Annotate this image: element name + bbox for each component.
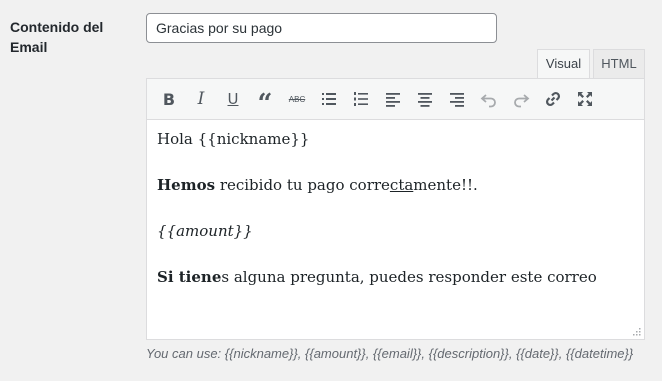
link-icon[interactable] [537, 84, 569, 114]
italic-text: {{amount}} [157, 222, 253, 240]
content-line-question: Si tienes alguna pregunta, puedes respon… [157, 267, 634, 287]
bold-text: Si tiene [157, 268, 222, 286]
content-line-greeting: Hola {{nickname}} [157, 130, 310, 148]
redo-icon[interactable] [505, 84, 537, 114]
strikethrough-icon[interactable]: ABC [281, 84, 313, 114]
tab-visual[interactable]: Visual [537, 49, 590, 79]
email-content-label: Contenido del Email [10, 19, 104, 55]
email-editor: B I U “ ABC Hola {{nickname}} Hemos reci… [146, 78, 645, 340]
italic-icon[interactable]: I [185, 84, 217, 114]
align-right-icon[interactable] [441, 84, 473, 114]
text-segment: recibido tu pago corre [215, 176, 390, 194]
editor-toolbar: B I U “ ABC [147, 79, 644, 120]
numbered-list-icon[interactable] [345, 84, 377, 114]
editor-content-area[interactable]: Hola {{nickname}} Hemos recibido tu pago… [147, 120, 644, 287]
resize-handle-icon[interactable] [631, 326, 641, 336]
align-center-icon[interactable] [409, 84, 441, 114]
underline-icon[interactable]: U [217, 84, 249, 114]
bold-icon[interactable]: B [153, 84, 185, 114]
underlined-text: cta [389, 176, 414, 194]
tab-html[interactable]: HTML [593, 49, 645, 79]
content-line-amount: {{amount}} [157, 221, 634, 241]
content-line-received: Hemos recibido tu pago correctamente!!. [157, 175, 634, 195]
blockquote-icon[interactable]: “ [249, 84, 281, 119]
align-left-icon[interactable] [377, 84, 409, 114]
text-segment: s alguna pregunta, puedes responder este… [221, 268, 597, 286]
subject-input[interactable]: Gracias por su pago [146, 13, 497, 43]
undo-icon[interactable] [473, 84, 505, 114]
bold-text: Hemos [157, 176, 216, 194]
placeholder-help-text: You can use: {{nickname}}, {{amount}}, {… [146, 346, 634, 361]
bullet-list-icon[interactable] [313, 84, 345, 114]
text-segment: mente!!. [413, 176, 478, 194]
fullscreen-icon[interactable] [569, 84, 601, 114]
